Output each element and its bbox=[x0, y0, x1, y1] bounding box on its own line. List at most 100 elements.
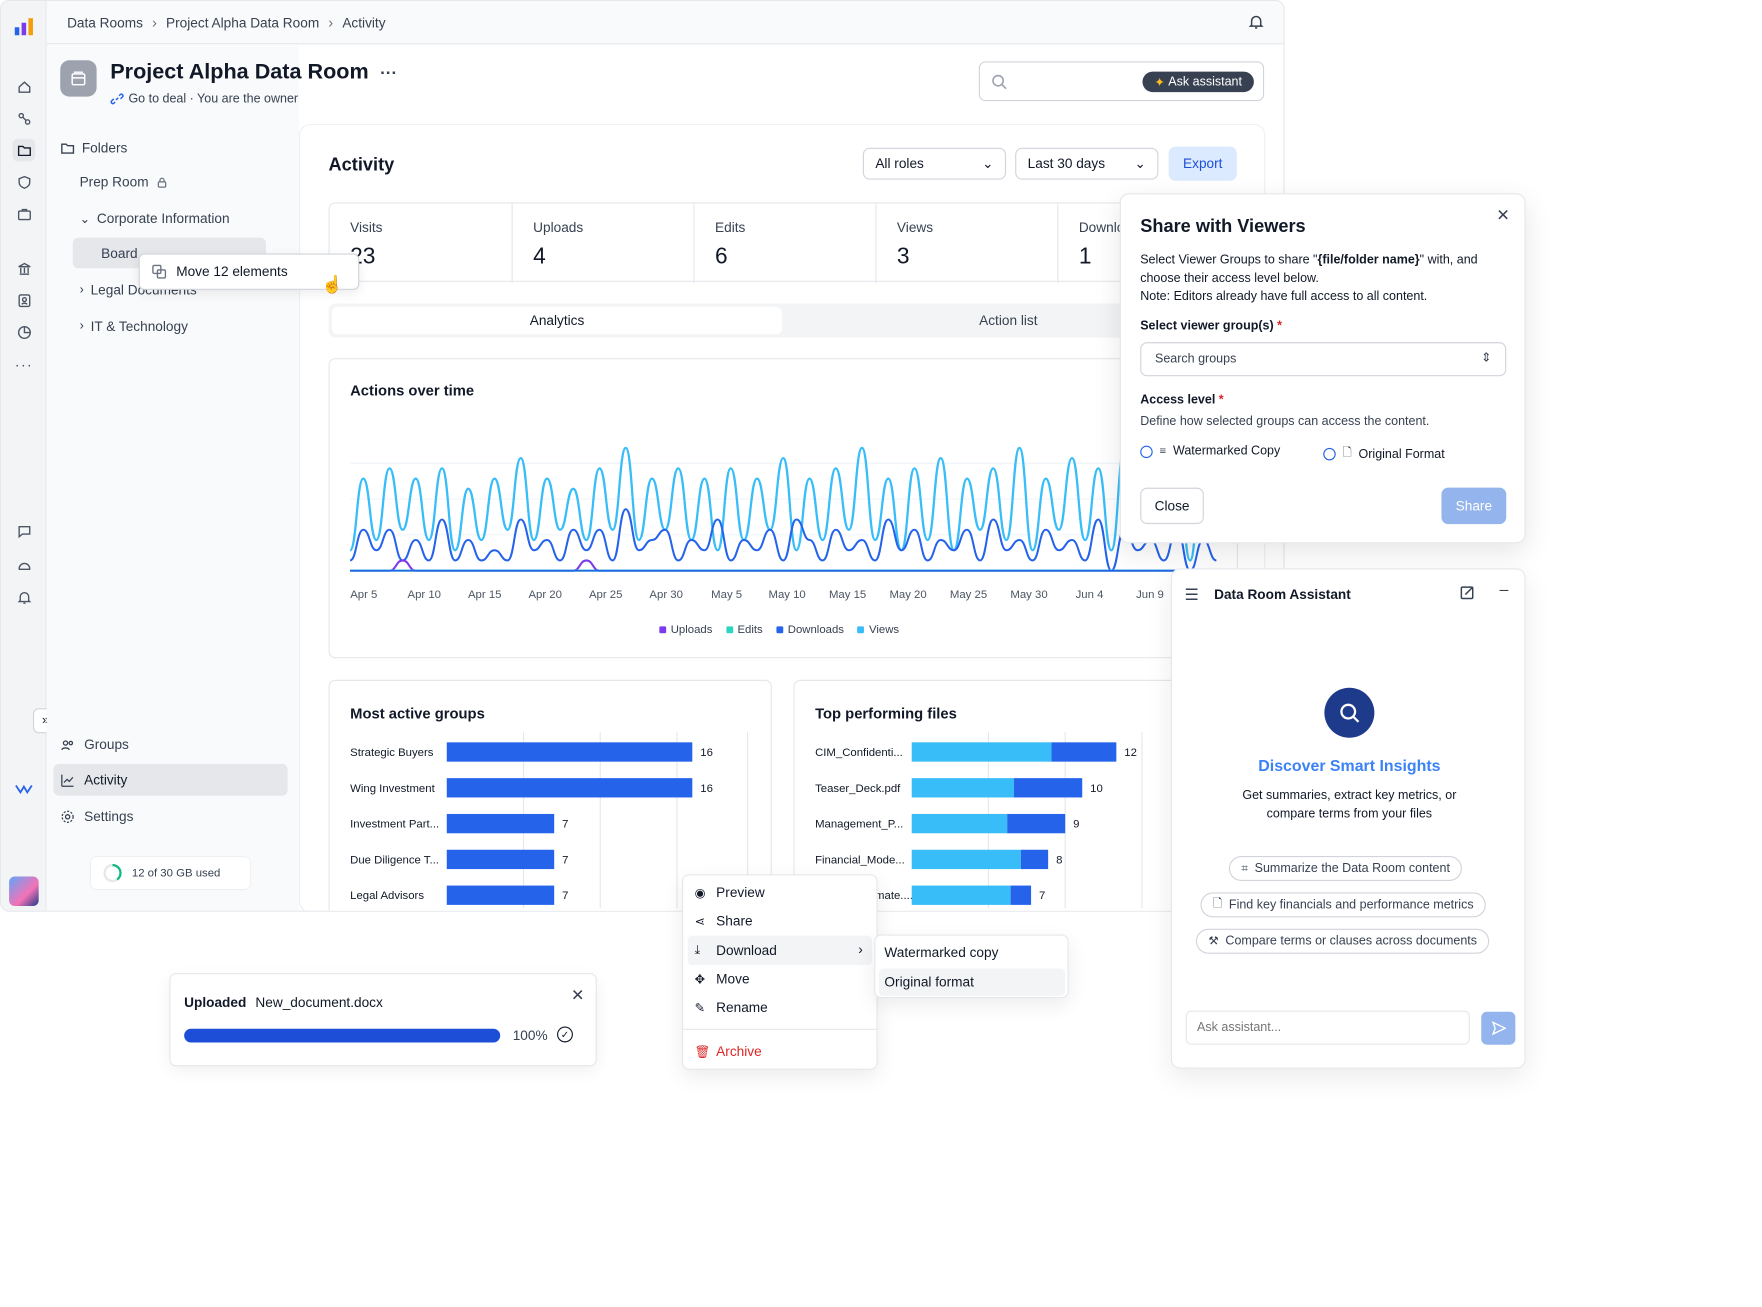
check-circle-icon: ✓ bbox=[557, 1026, 573, 1043]
nav-activity[interactable]: Activity bbox=[53, 763, 288, 796]
new-chat-icon[interactable] bbox=[1460, 584, 1476, 606]
tab-analytics[interactable]: Analytics bbox=[331, 306, 783, 335]
briefcase-icon[interactable] bbox=[13, 202, 36, 225]
bell-icon[interactable] bbox=[1248, 14, 1264, 36]
more-icon[interactable]: ··· bbox=[13, 352, 36, 375]
submenu-original-row[interactable]: Original format bbox=[878, 968, 1066, 996]
folders-header[interactable]: Folders bbox=[60, 140, 127, 156]
suggestion-summarize[interactable]: ⌗ Summarize the Data Room content bbox=[1228, 856, 1463, 882]
bar-segment[interactable] bbox=[1014, 778, 1083, 798]
download-icon: ⤓ bbox=[694, 942, 701, 957]
contacts-icon[interactable] bbox=[13, 289, 36, 312]
chevron-right-icon[interactable]: › bbox=[80, 319, 84, 333]
option-watermarked[interactable]: ≡ Watermarked Copy bbox=[1140, 444, 1280, 458]
bar-segment[interactable] bbox=[1007, 813, 1066, 834]
group-select[interactable]: Search groups ⇕ bbox=[1140, 342, 1507, 377]
bar-segment[interactable] bbox=[911, 778, 1015, 798]
folder-corporate-information[interactable]: ⌄ Corporate Information bbox=[80, 210, 230, 226]
x-tick-label: May 5 bbox=[711, 589, 742, 601]
close-icon[interactable]: ✕ bbox=[1496, 206, 1509, 225]
nav-settings[interactable]: Settings bbox=[60, 808, 133, 824]
upload-percent: 100% bbox=[512, 1027, 548, 1044]
suggestion-compare[interactable]: ⚒ Compare terms or clauses across documen… bbox=[1195, 928, 1490, 954]
search-bar[interactable]: ✦ Ask assistant bbox=[978, 61, 1265, 102]
bar-segment[interactable] bbox=[911, 849, 1021, 870]
series-line-uploads bbox=[350, 559, 1217, 572]
room-subtitle-text[interactable]: Go to deal · You are the owner bbox=[128, 92, 298, 106]
deals-icon[interactable] bbox=[13, 107, 36, 130]
nav-label: Settings bbox=[84, 808, 134, 825]
search-input[interactable] bbox=[1014, 71, 1134, 93]
menu-item-archive[interactable]: 🗑 Archive bbox=[695, 1044, 762, 1060]
ask-assistant-button[interactable]: ✦ Ask assistant bbox=[1142, 71, 1254, 93]
chat-icon[interactable] bbox=[13, 520, 36, 543]
assistant-title: Data Room Assistant bbox=[1214, 586, 1351, 603]
bar[interactable] bbox=[446, 742, 693, 762]
chevron-down-icon[interactable]: ⌄ bbox=[80, 211, 90, 226]
menu-item-rename[interactable]: ✎ Rename bbox=[695, 999, 768, 1015]
close-icon[interactable]: ✕ bbox=[571, 986, 584, 1005]
category-label: Teaser_Deck.pdf bbox=[815, 783, 901, 795]
submenu-original[interactable]: Original format bbox=[884, 974, 973, 990]
category-label: Wing Investment bbox=[350, 783, 435, 795]
more-options-icon[interactable]: ··· bbox=[380, 63, 397, 82]
bar[interactable] bbox=[446, 849, 555, 870]
close-button[interactable]: Close bbox=[1140, 487, 1204, 525]
ask-assistant-label: Ask assistant bbox=[1168, 75, 1242, 89]
legend-uploads[interactable]: Uploads bbox=[659, 624, 712, 637]
app-logo-icon[interactable] bbox=[13, 15, 36, 38]
bar[interactable] bbox=[446, 885, 555, 905]
x-tick-label: May 20 bbox=[889, 589, 926, 601]
bar[interactable] bbox=[446, 778, 693, 798]
breadcrumb-data-rooms[interactable]: Data Rooms bbox=[67, 14, 143, 30]
watermark-icon: ≡ bbox=[1159, 445, 1167, 458]
submenu-watermarked[interactable]: Watermarked copy bbox=[884, 945, 998, 961]
access-description: Define how selected groups can access th… bbox=[1140, 414, 1430, 429]
top-bar: Data Rooms › Project Alpha Data Room › A… bbox=[46, 1, 1284, 45]
option-label: Watermarked Copy bbox=[1173, 444, 1281, 459]
chart-title: Top performing files bbox=[815, 704, 957, 722]
storage-indicator: 12 of 30 GB used bbox=[89, 856, 252, 891]
bar-segment[interactable] bbox=[1010, 885, 1032, 905]
bar-segment[interactable] bbox=[911, 742, 1052, 762]
legend-edits[interactable]: Edits bbox=[726, 624, 763, 637]
send-button[interactable] bbox=[1481, 1011, 1516, 1045]
radio-button[interactable] bbox=[1323, 447, 1336, 461]
bar-segment[interactable] bbox=[911, 885, 1011, 905]
legend-downloads[interactable]: Downloads bbox=[776, 624, 844, 637]
folder-nav-icon[interactable] bbox=[12, 138, 36, 162]
bar-segment[interactable] bbox=[1051, 742, 1117, 762]
option-original[interactable]: 🗋 Original Format bbox=[1323, 444, 1445, 463]
menu-item-preview[interactable]: ◉ Preview bbox=[695, 884, 765, 900]
assistant-input[interactable] bbox=[1185, 1010, 1470, 1045]
menu-item-move[interactable]: ✥ Move bbox=[695, 971, 750, 987]
suggestion-financials[interactable]: 🗋 Find key financials and performance met… bbox=[1200, 892, 1487, 918]
bank-icon[interactable] bbox=[13, 257, 36, 280]
support-icon[interactable] bbox=[13, 554, 36, 577]
folder-prep-room[interactable]: Prep Room bbox=[80, 174, 168, 190]
radio-button[interactable] bbox=[1140, 445, 1153, 458]
folder-it-technology[interactable]: › IT & Technology bbox=[80, 318, 188, 334]
legend-views[interactable]: Views bbox=[857, 624, 899, 637]
notifications-icon[interactable] bbox=[13, 585, 36, 608]
bar-segment[interactable] bbox=[1020, 849, 1049, 870]
menu-item-share[interactable]: ⋖ Share bbox=[695, 913, 753, 929]
lock-icon bbox=[157, 177, 166, 188]
menu-item-download[interactable]: ⤓ Download › bbox=[687, 935, 872, 966]
bar[interactable] bbox=[446, 813, 555, 834]
shield-icon[interactable] bbox=[13, 171, 36, 194]
nav-groups[interactable]: Groups bbox=[60, 737, 129, 753]
export-button[interactable]: Export bbox=[1168, 146, 1237, 181]
chevron-right-icon[interactable]: › bbox=[80, 283, 84, 297]
breadcrumb-project[interactable]: Project Alpha Data Room bbox=[166, 14, 319, 30]
minimize-icon[interactable]: – bbox=[1499, 580, 1508, 598]
bar-segment[interactable] bbox=[911, 813, 1008, 834]
roles-filter[interactable]: All roles ⌄ bbox=[862, 147, 1007, 180]
share-button[interactable]: Share bbox=[1441, 487, 1507, 525]
menu-icon[interactable]: ☰ bbox=[1185, 585, 1199, 604]
x-tick-label: Apr 15 bbox=[468, 589, 501, 601]
range-filter[interactable]: Last 30 days ⌄ bbox=[1015, 147, 1159, 180]
avatar[interactable] bbox=[9, 876, 39, 907]
pie-chart-icon[interactable] bbox=[13, 321, 36, 344]
home-icon[interactable] bbox=[13, 75, 36, 98]
